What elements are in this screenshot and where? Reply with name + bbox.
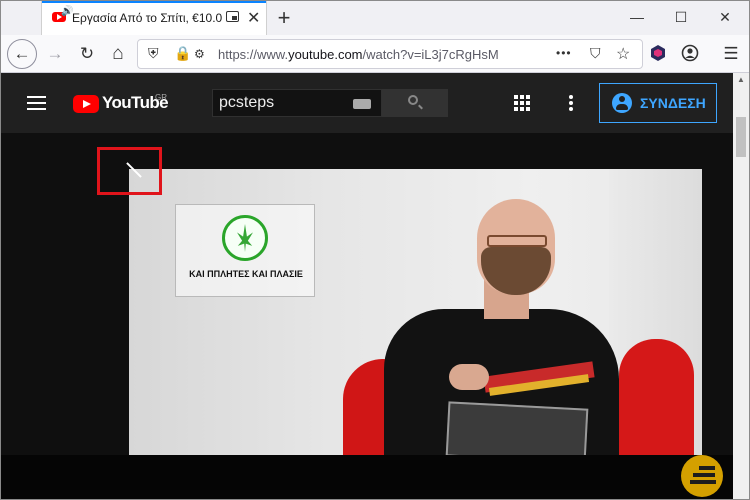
url-text[interactable]: https://www.youtube.com/watch?v=iL3j7cRg… bbox=[218, 47, 499, 62]
tab-title: Εργασία Από το Σπίτι, €10.0 bbox=[72, 11, 222, 25]
url-host: youtube.com bbox=[288, 47, 363, 62]
scrollbar-thumb[interactable] bbox=[736, 117, 746, 157]
diagonal-resize-cursor-icon bbox=[126, 162, 142, 178]
search-icon bbox=[408, 95, 418, 105]
scroll-up-arrow-icon[interactable]: ▲ bbox=[733, 75, 749, 84]
guide-menu-icon[interactable] bbox=[27, 96, 46, 110]
video-presenter-glasses bbox=[487, 235, 547, 247]
new-tab-button[interactable]: + bbox=[273, 5, 295, 31]
page-scrollbar[interactable]: ▲ bbox=[733, 73, 749, 499]
tab-active-indicator bbox=[42, 1, 266, 3]
forward-button[interactable]: → bbox=[41, 40, 69, 68]
minimize-button[interactable]: — bbox=[622, 6, 652, 28]
reload-button[interactable]: ↻ bbox=[73, 40, 101, 68]
pocket-icon[interactable]: ⛉ bbox=[590, 45, 601, 62]
account-icon[interactable] bbox=[681, 44, 699, 62]
video-presenter-tablet bbox=[445, 401, 589, 455]
youtube-masthead: YouTube GR pcsteps ΣΥΝΔΕΣΗ bbox=[1, 73, 733, 133]
browser-window: 🔊 Εργασία Από το Σπίτι, €10.0 ✕ + — ☐ ✕ … bbox=[0, 0, 750, 500]
tab-close-icon[interactable]: ✕ bbox=[247, 8, 260, 28]
resize-cursor-highlight bbox=[97, 147, 162, 195]
player-bottom-area bbox=[1, 455, 733, 499]
url-prefix: https://www. bbox=[218, 47, 289, 62]
keyboard-icon[interactable] bbox=[353, 99, 371, 109]
picture-in-picture-icon[interactable] bbox=[226, 11, 239, 22]
url-bar[interactable]: ⛨ 🔒 ⚙ https://www.youtube.com/watch?v=iL… bbox=[137, 39, 643, 69]
search-button[interactable] bbox=[382, 89, 448, 117]
video-presenter-hand bbox=[449, 364, 489, 390]
video-red-chair bbox=[619, 339, 694, 455]
bookmark-star-icon[interactable]: ☆ bbox=[616, 44, 630, 64]
region-code: GR bbox=[155, 93, 167, 102]
app-menu-icon[interactable]: ☰ bbox=[717, 40, 745, 68]
video-player[interactable]: ΚΑΙ ΠΠΛΗΤΕΣ ΚΑΙ ΠΛΑΣΙΕ bbox=[129, 169, 702, 455]
site-watermark-icon bbox=[681, 455, 723, 497]
maximize-button[interactable]: ☐ bbox=[666, 6, 696, 28]
settings-more-icon[interactable] bbox=[569, 95, 573, 111]
video-wall-sign: ΚΑΙ ΠΠΛΗΤΕΣ ΚΑΙ ΠΛΑΣΙΕ bbox=[175, 204, 315, 297]
permissions-icon[interactable]: ⚙ bbox=[194, 47, 205, 61]
lock-icon[interactable]: 🔒 bbox=[174, 45, 191, 62]
avatar-icon bbox=[612, 93, 632, 113]
extension-icon[interactable] bbox=[649, 44, 667, 62]
search-input-value: pcsteps bbox=[219, 94, 275, 111]
url-path: /watch?v=iL3j7cRgHsM bbox=[362, 47, 499, 62]
shield-icon[interactable]: ⛨ bbox=[148, 45, 159, 62]
sign-in-label: ΣΥΝΔΕΣΗ bbox=[640, 95, 706, 111]
back-button[interactable]: ← bbox=[7, 39, 37, 69]
youtube-logo-icon[interactable] bbox=[73, 95, 99, 113]
video-sign-text: ΚΑΙ ΠΠΛΗΤΕΣ ΚΑΙ ΠΛΑΣΙΕ bbox=[189, 269, 303, 279]
tab-strip: 🔊 Εργασία Από το Σπίτι, €10.0 ✕ + — ☐ ✕ bbox=[1, 1, 749, 35]
cannabis-leaf-logo-icon bbox=[222, 215, 268, 261]
youtube-apps-icon[interactable] bbox=[514, 95, 530, 111]
home-button[interactable]: ⌂ bbox=[104, 40, 132, 68]
search-input[interactable]: pcsteps bbox=[212, 89, 382, 117]
navigation-toolbar: ← → ↻ ⌂ ⛨ 🔒 ⚙ https://www.youtube.com/wa… bbox=[1, 35, 749, 73]
page-actions-icon[interactable]: ••• bbox=[556, 46, 572, 60]
tab-youtube-video[interactable]: 🔊 Εργασία Από το Σπίτι, €10.0 ✕ bbox=[41, 1, 267, 35]
close-window-button[interactable]: ✕ bbox=[710, 6, 740, 28]
watch-page-content: ΚΑΙ ΠΠΛΗΤΕΣ ΚΑΙ ΠΛΑΣΙΕ bbox=[1, 133, 733, 499]
sign-in-button[interactable]: ΣΥΝΔΕΣΗ bbox=[599, 83, 717, 123]
